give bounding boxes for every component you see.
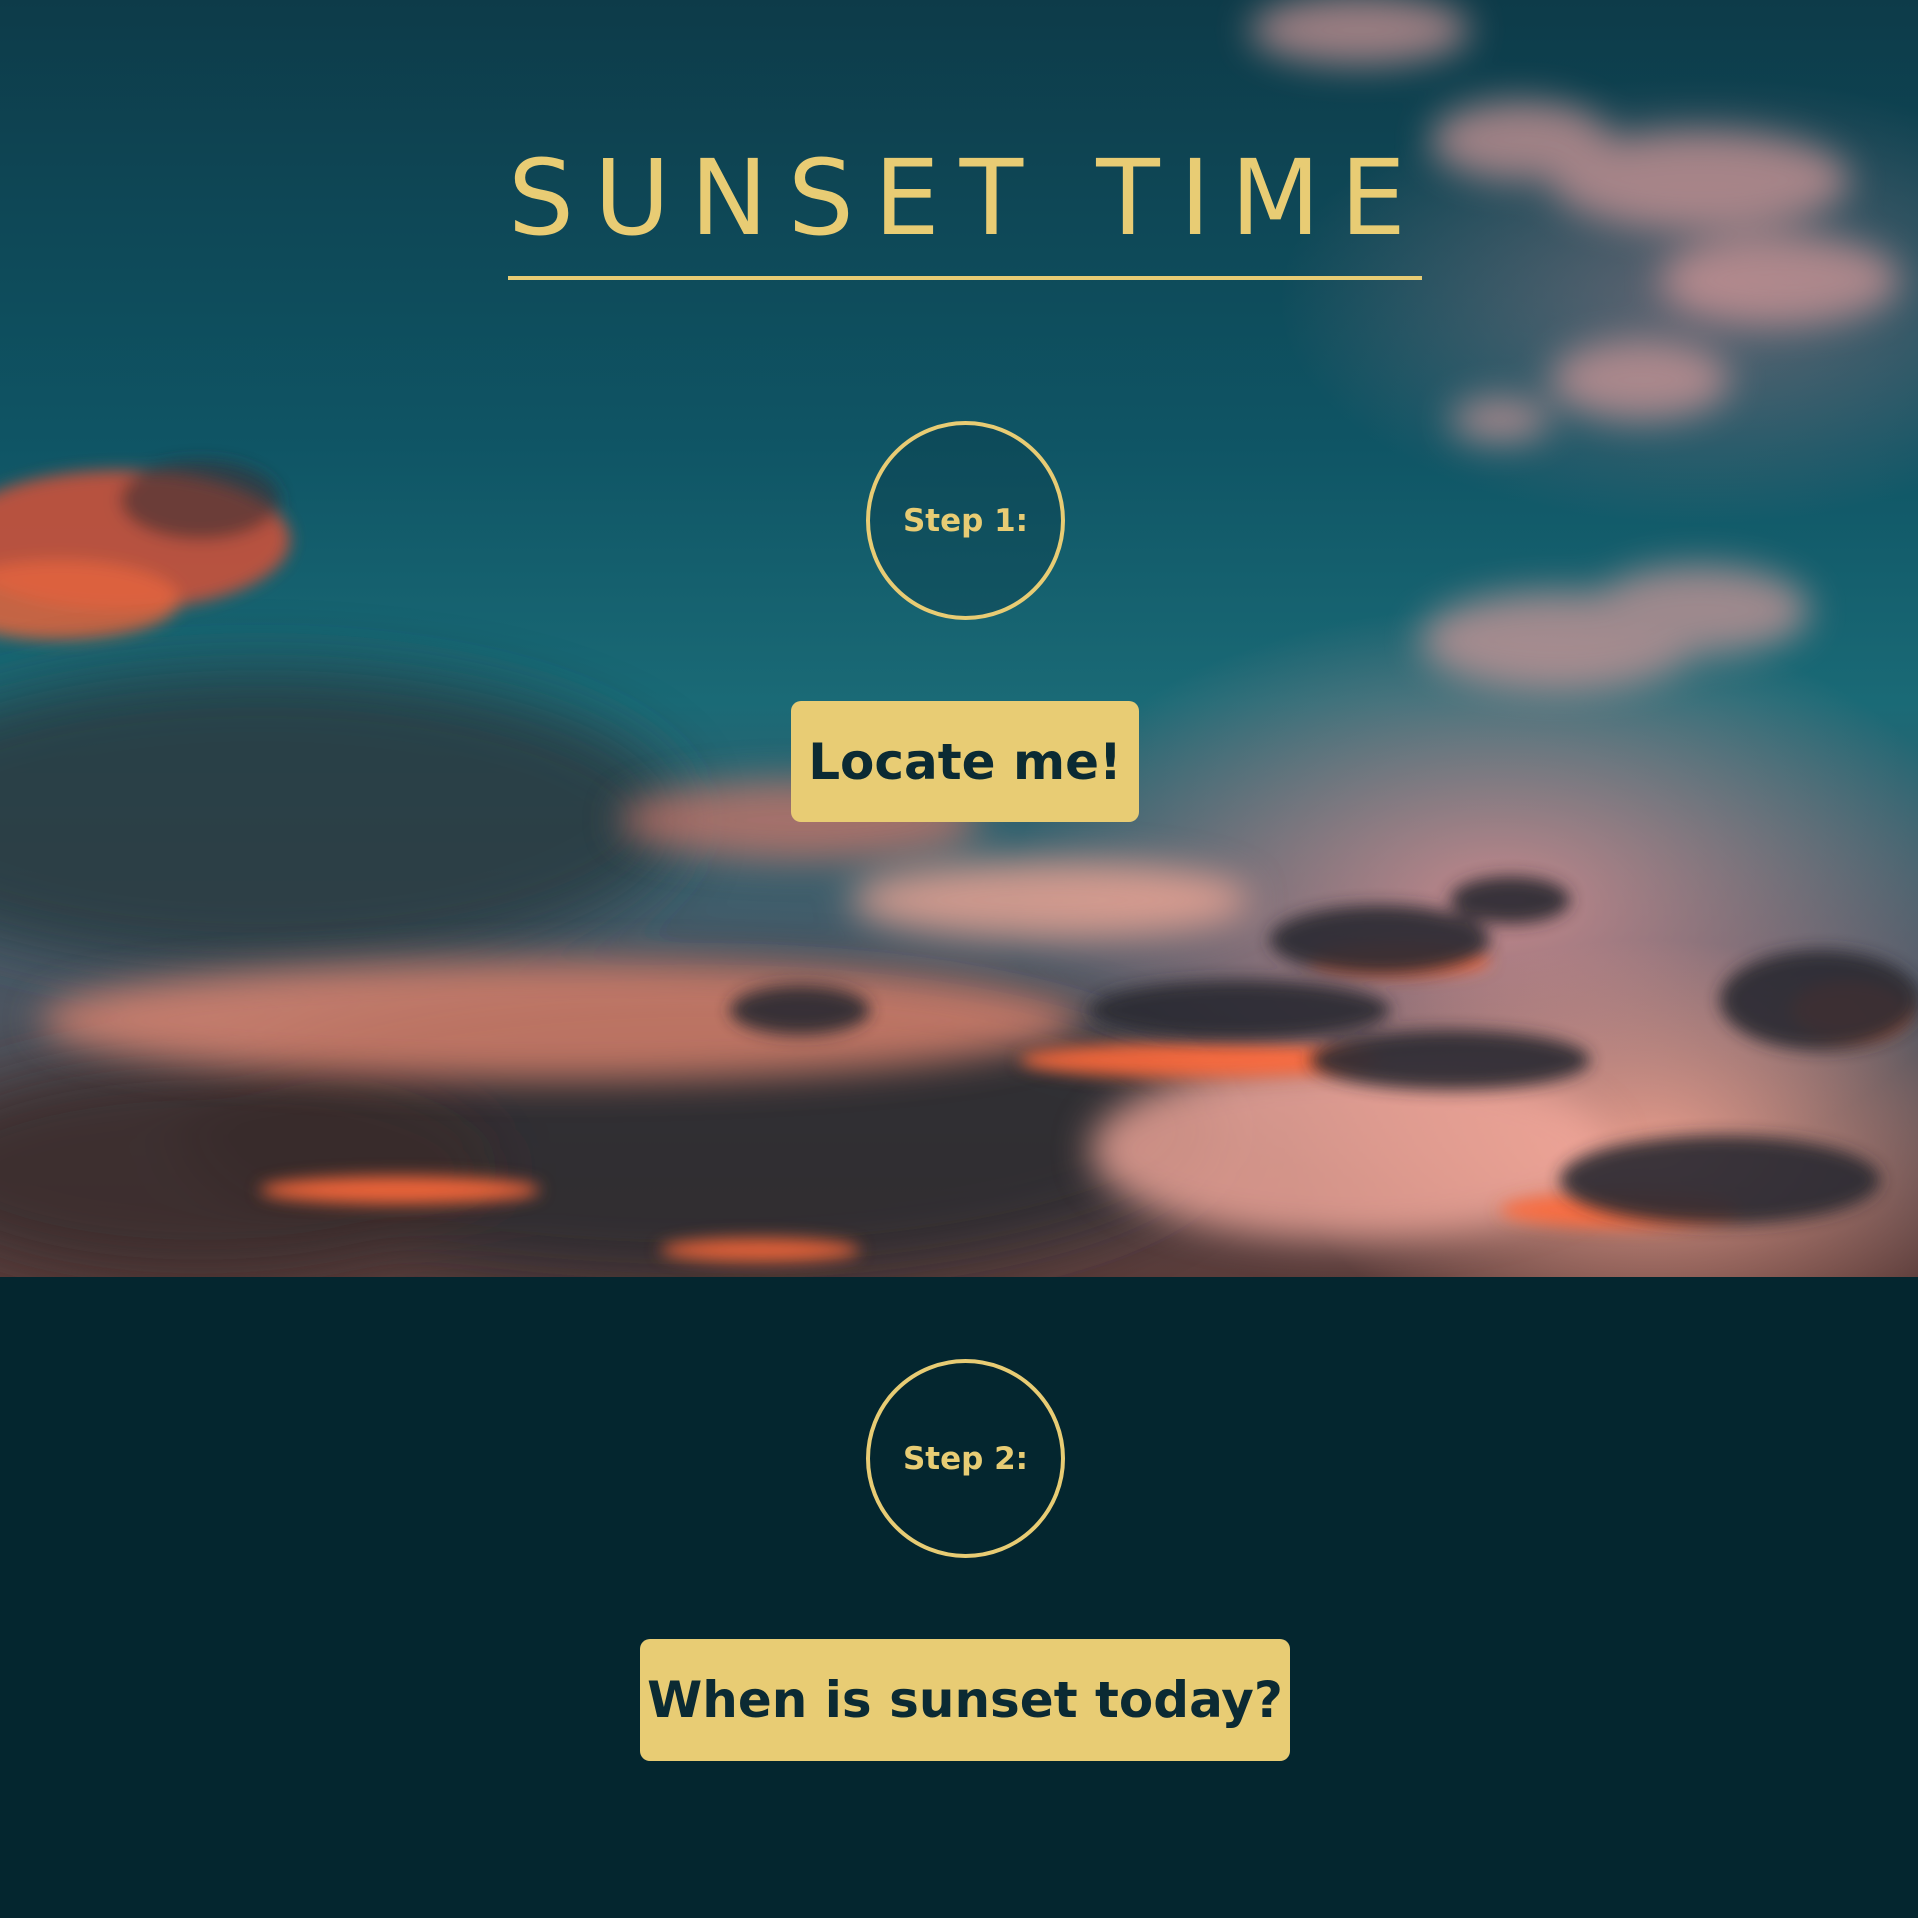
sunset-today-button[interactable]: When is sunset today? xyxy=(640,1639,1290,1761)
step-2-label: Step 2: xyxy=(902,1440,1029,1477)
locate-me-button[interactable]: Locate me! xyxy=(791,701,1139,822)
step-1-badge: Step 1: xyxy=(866,421,1065,620)
page-title: SUNSET TIME xyxy=(508,137,1426,259)
title-underline xyxy=(508,276,1422,280)
step-1-label: Step 1: xyxy=(902,502,1029,539)
step-2-badge: Step 2: xyxy=(866,1359,1065,1558)
